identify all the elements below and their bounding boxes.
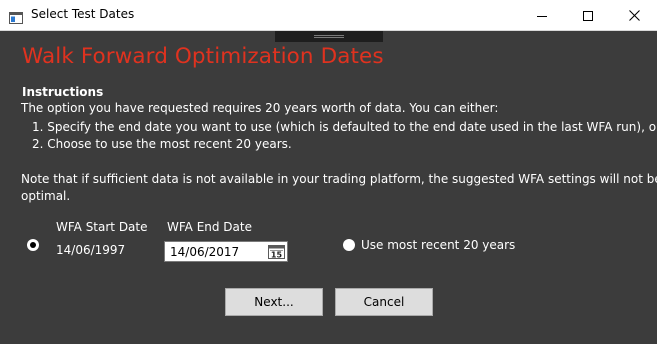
wfa-end-date-input[interactable] <box>166 243 268 260</box>
note-line-1: Note that if sufficient data is not avai… <box>21 172 657 186</box>
title-bar: Select Test Dates <box>0 0 657 31</box>
calendar-button[interactable]: 15 <box>266 243 286 260</box>
close-icon <box>628 10 640 21</box>
minimize-icon <box>537 15 547 17</box>
maximize-button[interactable] <box>565 0 611 31</box>
grip-line <box>314 35 344 36</box>
minimize-button[interactable] <box>519 0 565 31</box>
resize-grip[interactable] <box>275 31 383 42</box>
instructions-item-2: 2. Choose to use the most recent 20 year… <box>32 137 292 151</box>
radio-use-most-recent[interactable] <box>343 239 355 251</box>
window-title: Select Test Dates <box>31 7 135 21</box>
calendar-icon: 15 <box>267 245 285 260</box>
wfa-end-date-picker[interactable]: 15 <box>164 241 288 262</box>
cancel-button[interactable]: Cancel <box>335 288 433 316</box>
app-window-icon <box>9 9 23 24</box>
instructions-intro: The option you have requested requires 2… <box>21 101 499 115</box>
radio-specify-end-date[interactable] <box>27 239 39 251</box>
close-button[interactable] <box>611 0 657 31</box>
maximize-icon <box>583 10 593 21</box>
grip-line <box>314 37 344 38</box>
calendar-day: 15 <box>270 251 282 260</box>
wfa-end-date-label: WFA End Date <box>167 220 252 234</box>
next-button[interactable]: Next... <box>225 288 323 316</box>
note-line-2: optimal. <box>21 189 71 203</box>
instructions-label: Instructions <box>22 85 104 99</box>
wfa-start-date-label: WFA Start Date <box>56 220 148 234</box>
use-most-recent-label: Use most recent 20 years <box>361 238 516 252</box>
select-test-dates-window: Select Test Dates Walk Forward Optimizat… <box>0 0 657 344</box>
page-title: Walk Forward Optimization Dates <box>22 44 384 69</box>
instructions-item-1: 1. Specify the end date you want to use … <box>32 120 657 134</box>
wfa-start-date-value: 14/06/1997 <box>56 243 126 257</box>
